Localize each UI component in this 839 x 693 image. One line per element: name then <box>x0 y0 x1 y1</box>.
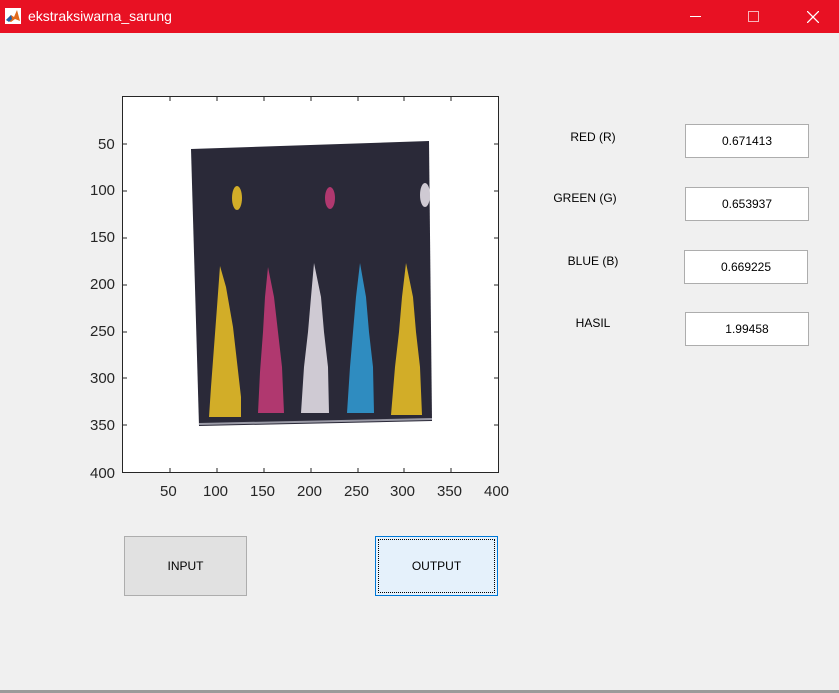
title-bar[interactable]: ekstraksiwarna_sarung <box>0 0 839 33</box>
maximize-button[interactable] <box>730 0 776 33</box>
focus-ring <box>378 539 495 593</box>
matlab-icon <box>5 8 21 24</box>
green-value-field[interactable]: 0.653937 <box>685 187 809 221</box>
x-tick-label: 150 <box>250 483 276 500</box>
maximize-icon <box>748 11 759 22</box>
x-tick-label: 400 <box>484 483 510 500</box>
y-tick-label: 150 <box>90 229 116 246</box>
x-tick-label: 200 <box>297 483 323 500</box>
window-title: ekstraksiwarna_sarung <box>28 8 172 24</box>
close-button[interactable] <box>789 0 835 33</box>
y-tick-label: 100 <box>90 182 116 199</box>
close-icon <box>807 11 819 23</box>
minimize-button[interactable] <box>672 0 718 33</box>
green-label: GREEN (G) <box>553 191 617 205</box>
axis-ticks <box>123 97 498 472</box>
red-value-field[interactable]: 0.671413 <box>685 124 809 158</box>
y-tick-label: 300 <box>90 370 116 387</box>
blue-label: BLUE (B) <box>567 254 619 268</box>
y-tick-label: 400 <box>90 465 116 482</box>
x-tick-label: 300 <box>390 483 416 500</box>
blue-value-field[interactable]: 0.669225 <box>684 250 808 284</box>
x-tick-label: 250 <box>344 483 370 500</box>
hasil-label: HASIL <box>575 316 611 330</box>
output-button[interactable]: OUTPUT <box>375 536 498 596</box>
x-tick-label: 100 <box>203 483 229 500</box>
red-label: RED (R) <box>570 130 616 144</box>
minimize-icon <box>690 16 701 17</box>
input-button[interactable]: INPUT <box>124 536 247 596</box>
x-tick-label: 50 <box>160 483 177 500</box>
x-tick-label: 350 <box>437 483 463 500</box>
y-tick-label: 50 <box>98 136 115 153</box>
image-axes[interactable] <box>122 96 499 473</box>
y-tick-label: 250 <box>90 323 116 340</box>
y-tick-label: 200 <box>90 276 116 293</box>
hasil-value-field[interactable]: 1.99458 <box>685 312 809 346</box>
y-tick-label: 350 <box>90 417 116 434</box>
